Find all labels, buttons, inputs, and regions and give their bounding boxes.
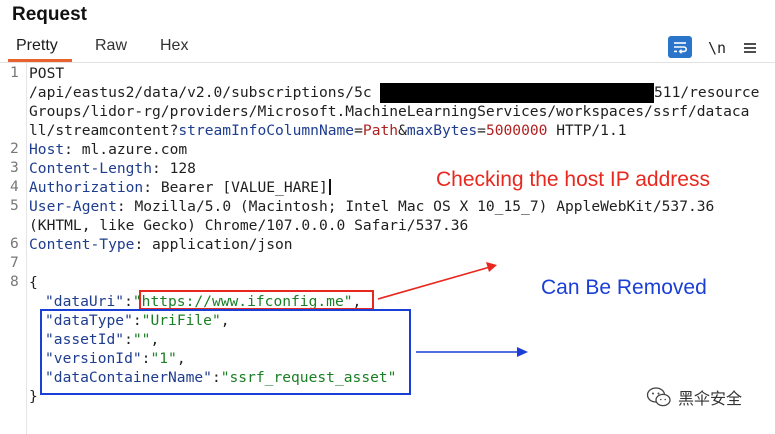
wechat-icon bbox=[646, 387, 671, 407]
host-ip-annotation: Checking the host IP address bbox=[436, 168, 710, 191]
watermark: 黑伞安全 bbox=[646, 385, 742, 409]
red-arrow-line bbox=[377, 266, 491, 300]
red-arrowhead-icon bbox=[486, 262, 497, 272]
removable-annotation: Can Be Removed bbox=[541, 276, 707, 299]
blue-arrowhead-icon bbox=[517, 347, 528, 357]
watermark-text: 黑伞安全 bbox=[678, 391, 743, 408]
annotation-arrows bbox=[377, 262, 528, 357]
